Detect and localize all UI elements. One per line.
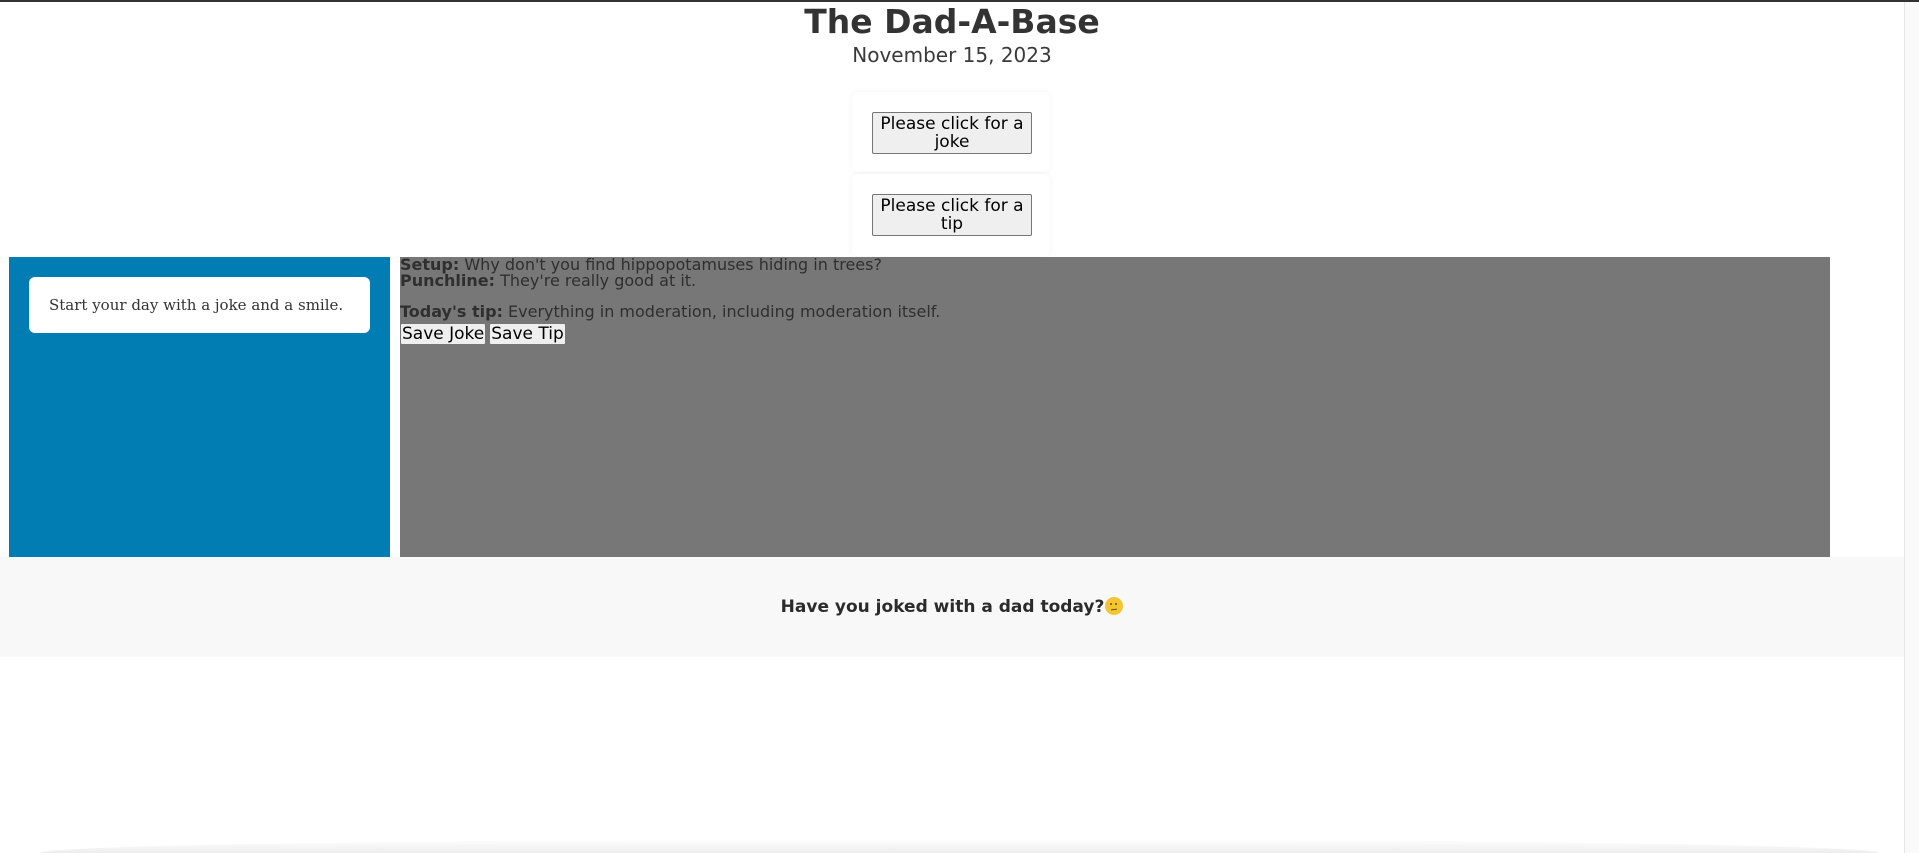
sidebar-message: Start your day with a joke and a smile. <box>29 277 370 333</box>
tip-label: Today's tip: <box>400 302 503 321</box>
footer-message: Have you joked with a dad today? <box>0 595 1904 619</box>
punchline-line: Punchline: They're really good at it. <box>400 273 1830 289</box>
current-date: November 15, 2023 <box>852 43 1052 67</box>
save-tip-button[interactable]: Save Tip <box>489 323 566 345</box>
thinking-face-icon <box>1105 597 1124 615</box>
tip-card: Please click for a tip <box>852 174 1050 256</box>
tip-text: Everything in moderation, including mode… <box>502 302 941 321</box>
save-buttons: Save Joke Save Tip <box>400 323 1830 346</box>
site-header: The Dad-A-Base November 15, 2023 <box>0 2 1904 68</box>
punchline-text: They're really good at it. <box>495 271 697 290</box>
page-title: The Dad-A-Base <box>804 2 1100 41</box>
joke-card: Please click for a joke <box>852 92 1050 172</box>
get-tip-button[interactable]: Please click for a tip <box>872 194 1032 236</box>
punchline-label: Punchline: <box>400 271 495 290</box>
footer-text: Have you joked with a dad today? <box>780 597 1105 617</box>
get-joke-button[interactable]: Please click for a joke <box>872 112 1032 154</box>
save-joke-button[interactable]: Save Joke <box>400 323 487 345</box>
page: The Dad-A-Base November 15, 2023 Please … <box>0 2 1904 853</box>
tip-line: Today's tip: Everything in moderation, i… <box>400 303 1830 321</box>
window-scrollbar[interactable] <box>1904 2 1919 853</box>
site-footer: Have you joked with a dad today? <box>0 557 1904 657</box>
sidebar: Start your day with a joke and a smile. <box>9 257 390 557</box>
joke-tip-panel: Setup: Why don't you find hippopotamuses… <box>400 257 1830 557</box>
